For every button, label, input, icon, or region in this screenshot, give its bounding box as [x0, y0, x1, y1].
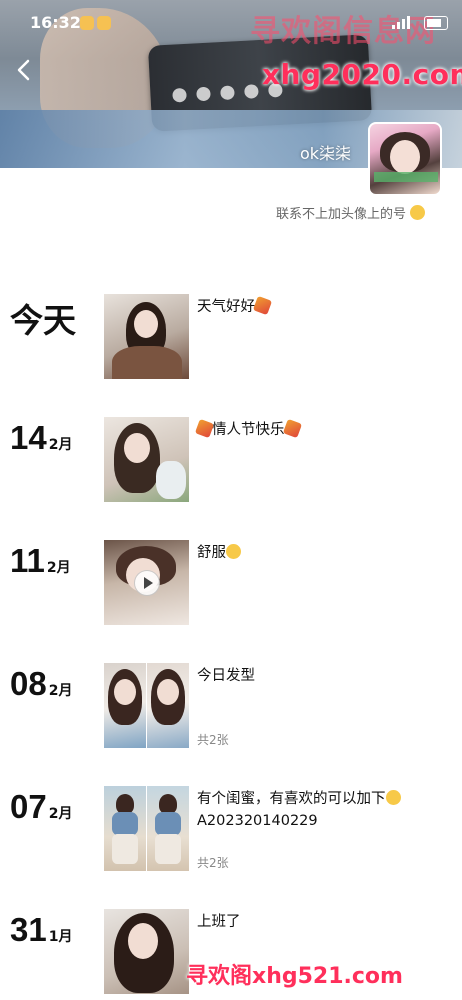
post-photo[interactable] — [104, 663, 146, 748]
post-caption: 情人节快乐 — [194, 418, 302, 441]
battery-icon — [424, 16, 448, 30]
post-caption: 舒服 — [197, 542, 241, 564]
photo-count: 共2张 — [197, 856, 229, 870]
post-photo[interactable] — [104, 909, 189, 994]
smile-emoji-icon — [410, 205, 426, 220]
notification-icon — [97, 16, 111, 30]
post-caption: 上班了 — [197, 914, 241, 930]
party-emoji-icon — [252, 295, 273, 316]
signal-icon — [392, 16, 410, 29]
watermark-bottom: 寻欢阁xhg521.com — [186, 964, 403, 989]
back-arrow-icon[interactable] — [10, 56, 38, 84]
profile-avatar[interactable] — [368, 122, 442, 196]
status-time: 16:32 — [30, 13, 81, 32]
profile-signature: 联系不上加头像上的号 — [276, 203, 426, 222]
notification-icon — [80, 16, 94, 30]
watermark-url: xhg2020.com — [262, 58, 462, 91]
post-date: 31 1月 — [10, 911, 73, 948]
play-icon[interactable] — [134, 570, 160, 596]
post-photo[interactable] — [104, 786, 146, 871]
smile-emoji-icon — [226, 544, 241, 559]
post-video-thumbnail[interactable] — [104, 540, 189, 625]
post-date: 08 2月 — [10, 665, 73, 702]
party-emoji-icon — [282, 418, 302, 439]
thinking-emoji-icon — [385, 790, 401, 805]
status-bar: 16:32 — [0, 0, 462, 44]
post-date: 07 2月 — [10, 788, 73, 825]
post-date: 今天 — [10, 302, 76, 339]
post-caption: 天气好好 — [197, 295, 273, 318]
post-photo[interactable] — [104, 417, 189, 502]
post-photo[interactable] — [147, 663, 189, 748]
post-caption: 今日发型 — [197, 668, 255, 684]
photo-count: 共2张 — [197, 733, 229, 747]
post-photo[interactable] — [104, 294, 189, 379]
post-photo[interactable] — [147, 786, 189, 871]
post-date: 11 2月 — [10, 542, 71, 579]
post-caption: 有个闺蜜，有喜欢的可以加下 A202320140229 — [197, 788, 401, 832]
post-date: 14 2月 — [10, 419, 73, 456]
profile-nickname[interactable]: ok柒柒 — [300, 140, 351, 164]
